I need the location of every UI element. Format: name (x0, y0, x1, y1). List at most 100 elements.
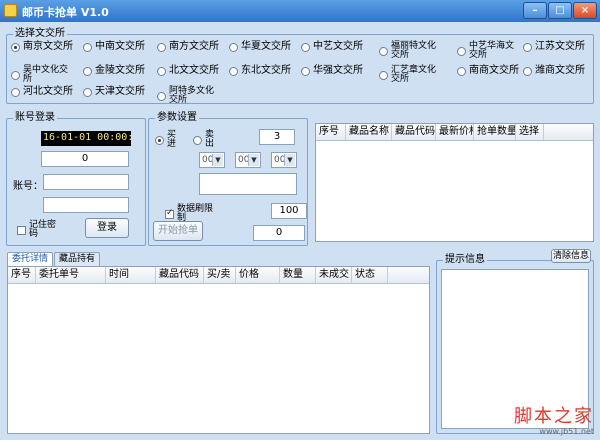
account-input[interactable] (43, 174, 129, 190)
radio-sell[interactable]: 卖出 (193, 131, 217, 149)
exchange-radio-dot[interactable] (523, 42, 532, 52)
close-button[interactable]: × (573, 2, 597, 19)
exchange-radio-dot[interactable] (301, 42, 310, 52)
column-header[interactable]: 抢单数量 (474, 124, 516, 140)
info-text-area[interactable] (441, 269, 589, 429)
exchange-radio[interactable]: 河北文交所 (11, 87, 73, 97)
limit-checkbox-box[interactable] (165, 209, 174, 219)
exchange-radio-dot[interactable] (523, 66, 532, 76)
tab-holdings[interactable]: 藏品持有 (54, 252, 101, 266)
hour-select[interactable]: 00 ▼ (199, 152, 225, 168)
params-group: 参数设置 买进 卖出 3 00▼ 00▼ 00▼ 数据刷限制 100 开始抢单 … (148, 112, 308, 246)
exchange-radio-label: 华强文交所 (313, 65, 363, 76)
exchange-radio-dot[interactable] (457, 46, 466, 56)
exchange-radio-dot[interactable] (83, 66, 92, 76)
column-header[interactable]: 藏品代码 (392, 124, 436, 140)
exchange-group-label: 选择文交所 (13, 28, 67, 40)
status-counter-field[interactable]: 0 (41, 151, 129, 167)
exchange-radio-dot[interactable] (157, 66, 166, 76)
orders-table[interactable]: 序号 委托单号 时间 藏品代码 买/卖 价格 数量 未成交 状态 (7, 266, 430, 434)
exchange-radio-dot[interactable] (229, 66, 238, 76)
exchange-radio-label: 中艺华海文交所 (469, 41, 515, 60)
exchange-radio-label: 潍商文交所 (535, 65, 585, 76)
chevron-down-icon: ▼ (248, 154, 259, 166)
remember-checkbox[interactable]: 记住密码 (17, 221, 63, 239)
exchange-radio-dot[interactable] (379, 46, 388, 56)
orders-table-header: 序号 委托单号 时间 藏品代码 买/卖 价格 数量 未成交 状态 (8, 267, 429, 284)
exchange-radio[interactable]: 潍商文交所 (523, 66, 585, 76)
radio-buy-dot[interactable] (155, 135, 164, 145)
exchange-radio[interactable]: 东北文交所 (229, 66, 291, 76)
exchange-radio-label: 中艺文交所 (313, 41, 363, 52)
exchange-radio-label: 阿特多文化交所 (169, 86, 215, 105)
exchange-radio-label: 南京文交所 (23, 41, 73, 52)
exchange-radio-label: 中南文交所 (95, 41, 145, 52)
clear-info-button[interactable]: 清除信息 (551, 249, 591, 263)
limit-input[interactable]: 100 (271, 203, 307, 219)
login-button[interactable]: 登录 (85, 218, 129, 238)
radio-sell-label: 卖出 (205, 130, 215, 149)
column-header[interactable]: 序号 (316, 124, 346, 140)
exchange-radio-dot[interactable] (11, 42, 20, 52)
exchange-radio-dot[interactable] (157, 42, 166, 52)
column-header[interactable]: 时间 (106, 267, 156, 283)
exchange-radio[interactable]: 金陵文交所 (83, 66, 145, 76)
column-header[interactable]: 数量 (280, 267, 316, 283)
clock-display: 16-01-01 00:00: (41, 131, 131, 146)
column-header[interactable]: 藏品代码 (156, 267, 204, 283)
exchange-radio[interactable]: 南方文交所 (157, 42, 219, 52)
exchange-radio[interactable]: 汇艺章文化交所 (379, 66, 443, 84)
quantity-input[interactable]: 3 (259, 129, 295, 145)
exchange-radio-dot[interactable] (83, 42, 92, 52)
column-header[interactable]: 最新价格 (436, 124, 474, 140)
second-select[interactable]: 00 ▼ (271, 152, 297, 168)
column-header[interactable]: 状态 (352, 267, 388, 283)
exchange-radio[interactable]: 福丽特文化交所 (379, 42, 443, 60)
watermark-sub: www.jb51.net (539, 427, 594, 436)
start-button[interactable]: 开始抢单 (153, 221, 203, 241)
exchange-radio[interactable]: 南京文交所 (11, 42, 73, 52)
exchange-radio[interactable]: 中南文交所 (83, 42, 145, 52)
title-bar: 邮币卡抢单 V1.0 – □ × (0, 0, 600, 22)
exchange-radio-dot[interactable] (301, 66, 310, 76)
column-header[interactable]: 价格 (236, 267, 280, 283)
exchange-radio-dot[interactable] (229, 42, 238, 52)
column-header[interactable]: 买/卖 (204, 267, 236, 283)
exchange-radio[interactable]: 南商文交所 (457, 66, 519, 76)
exchange-radio-label: 金陵文交所 (95, 65, 145, 76)
exchange-radio[interactable]: 吴中文化交所 (11, 66, 75, 84)
exchange-radio-dot[interactable] (11, 70, 20, 80)
column-header[interactable]: 藏品名称 (346, 124, 392, 140)
minimize-button[interactable]: – (523, 2, 547, 19)
exchange-radio-dot[interactable] (457, 66, 466, 76)
exchange-radio[interactable]: 阿特多文化交所 (157, 87, 221, 105)
tab-order-details[interactable]: 委托详情 (7, 252, 54, 266)
exchange-radio[interactable]: 江苏文交所 (523, 42, 585, 52)
column-header[interactable]: 委托单号 (36, 267, 106, 283)
maximize-button[interactable]: □ (548, 2, 572, 19)
radio-buy[interactable]: 买进 (155, 131, 179, 149)
exchange-radio-dot[interactable] (157, 91, 166, 101)
tab-bar: 委托详情 藏品持有 (7, 252, 101, 266)
chevron-down-icon: ▼ (212, 154, 223, 166)
exchange-radio-dot[interactable] (11, 87, 20, 97)
start-count-field: 0 (253, 225, 305, 241)
column-header[interactable]: 未成交 (316, 267, 352, 283)
watermark: 脚本之家 www.jb51.net (514, 407, 594, 437)
exchange-radio[interactable]: 华夏文交所 (229, 42, 291, 52)
exchange-radio[interactable]: 中艺文交所 (301, 42, 363, 52)
exchange-radio[interactable]: 北文文交所 (157, 66, 219, 76)
password-input[interactable] (43, 197, 129, 213)
code-input[interactable] (199, 173, 297, 195)
remember-checkbox-box[interactable] (17, 225, 26, 235)
minute-select[interactable]: 00 ▼ (235, 152, 261, 168)
exchange-radio[interactable]: 华强文交所 (301, 66, 363, 76)
exchange-radio[interactable]: 天津文交所 (83, 87, 145, 97)
exchange-radio[interactable]: 中艺华海文交所 (457, 42, 521, 60)
column-header[interactable]: 序号 (8, 267, 36, 283)
exchange-radio-dot[interactable] (379, 70, 388, 80)
exchange-radio-dot[interactable] (83, 87, 92, 97)
goods-table[interactable]: 序号藏品名称藏品代码最新价格抢单数量选择 (315, 123, 594, 242)
column-header[interactable]: 选择 (516, 124, 544, 140)
radio-sell-dot[interactable] (193, 135, 202, 145)
